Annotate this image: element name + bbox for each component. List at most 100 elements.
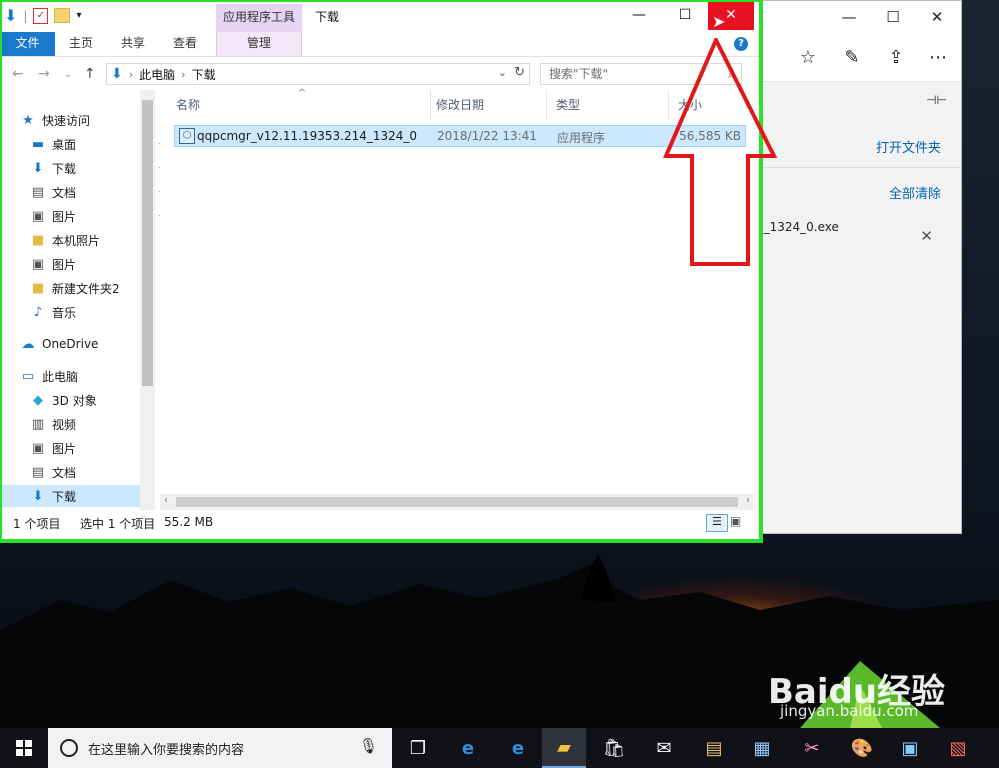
nav-label: 3D 对象 (52, 393, 97, 408)
cortana-icon[interactable] (60, 739, 78, 757)
nav-label: 此电脑 (42, 369, 79, 384)
pen-icon[interactable]: ✎ (838, 43, 866, 71)
breadcrumb-chevron-icon[interactable]: › (181, 68, 185, 81)
details-view-icon[interactable]: ☰ (706, 514, 728, 532)
breadcrumb-downloads[interactable]: 下载 (192, 66, 216, 83)
column-date[interactable]: 修改日期 (436, 90, 547, 120)
nav-label: 下载 (52, 489, 77, 504)
pin-panel-icon[interactable]: ⊣⊢ (926, 93, 947, 107)
downloads-folder-icon: ⬇ (111, 66, 123, 82)
tab-file[interactable]: 文件 (0, 32, 55, 56)
share-icon[interactable]: ⇪ (882, 43, 910, 71)
nav-scroll-thumb[interactable] (142, 100, 153, 386)
scroll-left-icon[interactable]: ‹ (164, 495, 168, 506)
h-scroll-thumb[interactable] (176, 497, 738, 507)
nav-downloads-2[interactable]: ⬇ 下载 (0, 485, 140, 507)
up-arrow-icon[interactable]: ↑ (84, 66, 96, 82)
nav-label: 桌面 (52, 137, 77, 152)
folder-icon: ■ (31, 280, 45, 296)
column-type[interactable]: 类型 (556, 90, 669, 120)
edge-toolbar: ☆ ✎ ⇪ ⋯ (756, 33, 961, 82)
mail-icon[interactable]: ✉ (642, 728, 686, 768)
folder-icon: ■ (31, 232, 45, 248)
picture-icon: ▣ (31, 440, 45, 456)
column-name[interactable]: 名称 (176, 90, 431, 120)
scroll-right-icon[interactable]: › (746, 495, 750, 506)
microphone-icon[interactable]: 🎙 (359, 737, 378, 755)
favorites-star-icon[interactable]: ☆ (794, 43, 822, 71)
breadcrumb-chevron-icon[interactable]: › (129, 68, 133, 81)
desktop-icon: ▬ (31, 136, 45, 152)
tab-manage[interactable]: 管理 (216, 32, 302, 56)
picture-icon: ▣ (31, 208, 45, 224)
app-icon-3[interactable]: ✂ (790, 728, 834, 768)
app-icon-2[interactable]: ▦ (740, 728, 784, 768)
tab-view[interactable]: 查看 (162, 32, 208, 56)
nav-label: 音乐 (52, 305, 77, 320)
address-bar-row: ← → ⌄ ↑ ⬇ › 此电脑 › 下载 ⌄ ↻ 搜索"下载" ⌕ (0, 62, 760, 88)
clear-all-link[interactable]: 全部清除 (889, 183, 941, 202)
store-icon[interactable]: 🛍 (592, 728, 636, 768)
close-icon: ✕ (725, 7, 737, 23)
edge-icon[interactable]: e (496, 728, 540, 768)
download-arrow-icon[interactable]: ⬇ (4, 6, 17, 25)
more-icon[interactable]: ⋯ (924, 43, 952, 71)
edge-window: — ☐ ✕ ☆ ✎ ⇪ ⋯ ⊣⊢ 打开文件夹 全部清除 4_1324_0.exe… (755, 0, 962, 534)
windows-logo-icon (16, 740, 32, 756)
nav-quick-access[interactable]: ★ 快速访问 (20, 109, 160, 131)
open-folder-link[interactable]: 打开文件夹 (876, 137, 941, 156)
remove-download-icon[interactable]: ✕ (920, 227, 933, 245)
app-icon-5[interactable]: ▧ (936, 728, 980, 768)
maximize-icon[interactable]: ☐ (662, 0, 708, 30)
document-icon: ▤ (31, 464, 45, 480)
navigation-pane: ★快速访问 ▬桌面✦ ⬇下载✦ ▤文档✦ ▣图片✦ ■本机照片 ▣图片 ■新建文… (0, 90, 166, 510)
tab-home[interactable]: 主页 (58, 32, 104, 56)
task-view-icon[interactable]: ❐ (396, 728, 440, 768)
large-icons-view-icon[interactable]: ▣ (730, 514, 741, 528)
picture-icon: ▣ (31, 256, 45, 272)
minimize-icon[interactable]: — (826, 1, 872, 33)
refresh-icon[interactable]: ↻ (514, 65, 525, 80)
file-explorer-icon[interactable]: ▰ (542, 728, 586, 768)
explorer-titlebar: ⬇ | ✓ ▾ 应用程序工具 下载 — ☐ ✕ (0, 0, 760, 32)
horizontal-scrollbar[interactable]: ‹ › (160, 494, 754, 510)
nav-label: 下载 (52, 161, 77, 176)
minimize-icon[interactable]: — (616, 0, 662, 30)
app-icon-1[interactable]: ▤ (692, 728, 736, 768)
paint-icon[interactable]: 🎨 (840, 728, 884, 768)
document-icon: ▤ (31, 184, 45, 200)
nav-label: 图片 (52, 257, 77, 272)
maximize-icon[interactable]: ☐ (870, 1, 916, 33)
breadcrumb-this-pc[interactable]: 此电脑 (139, 66, 175, 83)
taskbar-search-box[interactable]: 在这里输入你要搜索的内容 🎙 (48, 728, 392, 768)
nav-label: 文档 (52, 185, 77, 200)
file-date: 2018/1/22 13:41 (437, 129, 537, 143)
search-placeholder: 搜索"下载" (549, 67, 609, 81)
nav-scrollbar[interactable] (140, 90, 155, 510)
internet-explorer-icon[interactable]: e (446, 728, 490, 768)
new-folder-icon[interactable] (54, 8, 71, 23)
address-dropdown-icon[interactable]: ⌄ (498, 66, 507, 79)
qat-dropdown-icon[interactable]: ▾ (76, 10, 81, 21)
film-icon: ▥ (31, 416, 45, 432)
start-button[interactable] (0, 728, 48, 768)
app-icon-4[interactable]: ▣ (888, 728, 932, 768)
music-note-icon: ♪ (33, 304, 43, 320)
taskbar: 在这里输入你要搜索的内容 🎙 ❐ e e ▰ 🛍 ✉ ▤ ▦ ✂ 🎨 ▣ ▧ (0, 728, 999, 768)
mouse-cursor-icon: ➤ (712, 12, 726, 31)
back-arrow-icon[interactable]: ← (12, 66, 24, 82)
window-title: 下载 (315, 10, 340, 24)
ribbon-tabs: 文件 主页 共享 查看 管理 ? (0, 32, 760, 57)
nav-label: OneDrive (42, 337, 99, 351)
address-field[interactable]: ⬇ › 此电脑 › 下载 ⌄ ↻ (106, 63, 530, 85)
tab-share[interactable]: 共享 (110, 32, 156, 56)
red-arrow-annotation (662, 38, 778, 266)
recent-dropdown-icon[interactable]: ⌄ (64, 69, 72, 80)
selected-count: 选中 1 个项目 (80, 517, 156, 531)
forward-arrow-icon[interactable]: → (38, 66, 50, 82)
application-icon: ⬡ (179, 128, 195, 144)
nav-this-pc[interactable]: ▭ 此电脑 (20, 365, 160, 387)
close-icon[interactable]: ✕ (914, 1, 960, 33)
properties-icon[interactable]: ✓ (33, 7, 49, 24)
nav-onedrive[interactable]: ☁ OneDrive (20, 333, 160, 355)
